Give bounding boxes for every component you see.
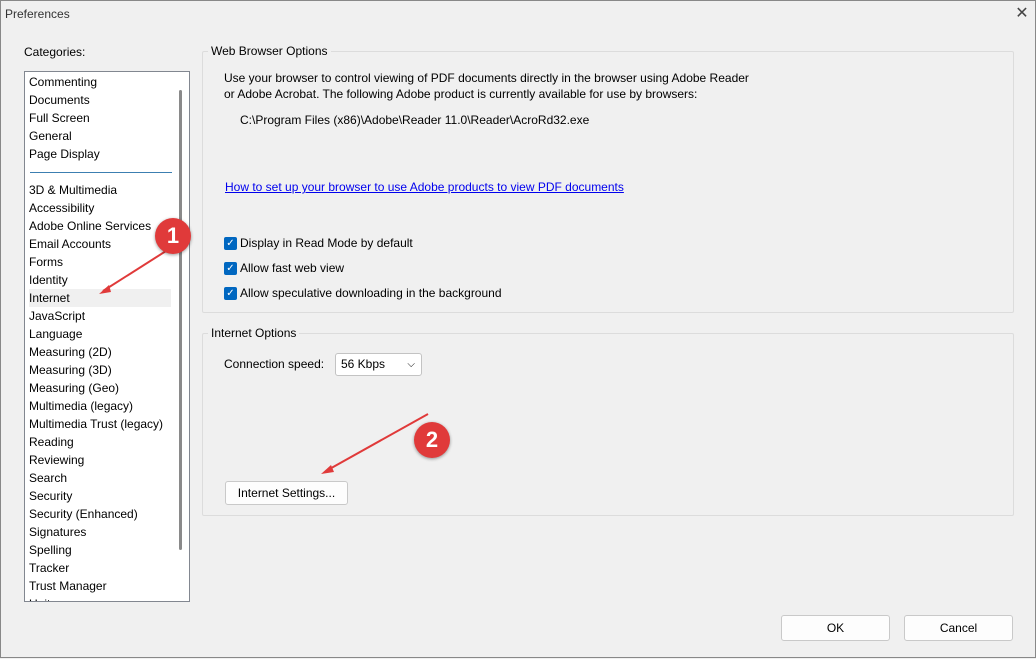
- arrowhead-2: [321, 465, 334, 474]
- arrowhead-1: [99, 285, 111, 294]
- annotation-badge-2: 2: [414, 422, 450, 458]
- preferences-dialog: Preferences ✕ Categories: Commenting Docu…: [0, 0, 1036, 658]
- annotation-arrows: [99, 250, 429, 474]
- arrow-1: [102, 250, 167, 292]
- arrow-2: [325, 413, 429, 472]
- annotation-badge-1: 1: [155, 218, 191, 254]
